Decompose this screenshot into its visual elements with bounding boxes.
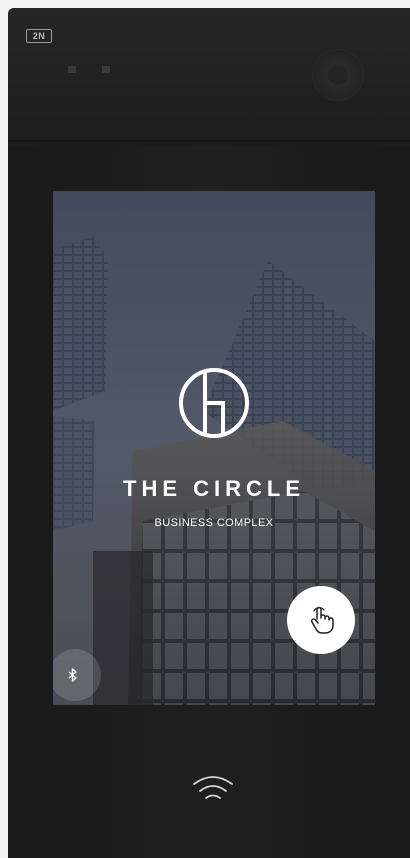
circle-h-logo-icon [179, 368, 249, 438]
display-module: THE CIRCLE BUSINESS COMPLEX [8, 146, 410, 858]
camera-module: 2N [8, 8, 410, 142]
brand-logo: 2N [26, 29, 52, 43]
intercom-device: 2N THE CIRCLE BUSINESS COMPLEX [8, 8, 410, 858]
status-led-right [102, 66, 110, 73]
touch-to-call-button[interactable] [287, 586, 355, 654]
building-subtitle: BUSINESS COMPLEX [154, 517, 274, 529]
building-name: THE CIRCLE [123, 476, 305, 501]
bluetooth-icon [68, 668, 77, 682]
hand-tap-icon [311, 606, 334, 634]
camera-lens [313, 50, 363, 100]
touch-screen[interactable]: THE CIRCLE BUSINESS COMPLEX [53, 191, 375, 705]
nfc-wireless-icon [193, 776, 233, 799]
status-led-left [68, 66, 76, 73]
